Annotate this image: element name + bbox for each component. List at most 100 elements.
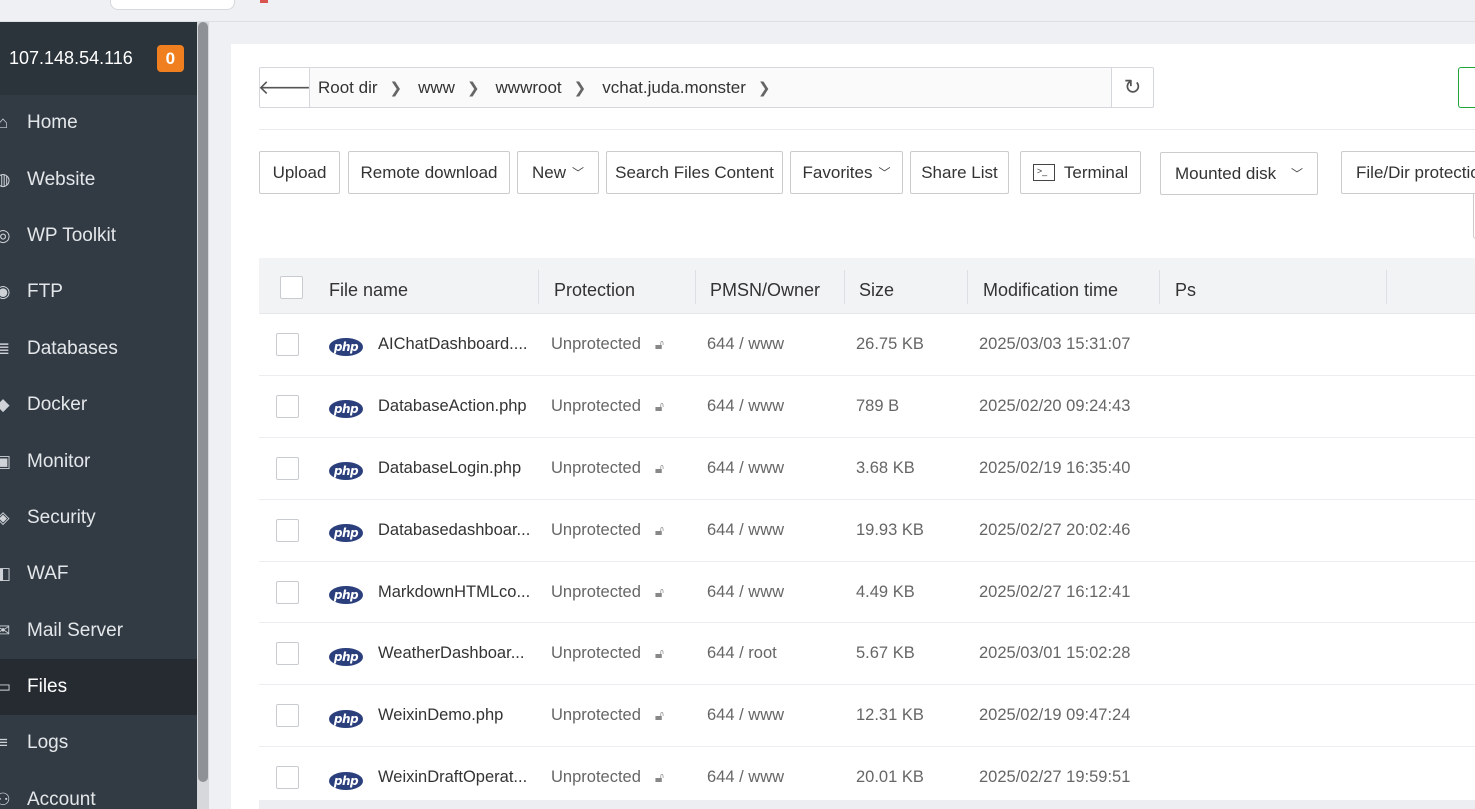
unlock-icon: 🔓︎ — [654, 335, 664, 352]
row-checkbox[interactable] — [276, 704, 299, 728]
new-button[interactable]: New ﹀ — [517, 151, 599, 194]
sidebar: 107.148.54.116 0 ⌂ Home ◍ Website ◎ WP Toolki… — [0, 22, 197, 809]
owner-cell[interactable]: 644 / www — [707, 438, 847, 499]
mtime-cell: 2025/03/01 15:02:28 — [979, 644, 1131, 663]
row-checkbox[interactable] — [276, 332, 299, 356]
col-size-label: Size — [859, 279, 895, 300]
protection-cell[interactable]: Unprotected 🔓︎ — [551, 685, 696, 746]
col-modification-time[interactable]: Modification time — [968, 258, 1160, 314]
file-name[interactable]: DatabaseLogin.php — [378, 438, 538, 499]
col-owner-label: PMSN/Owner — [710, 279, 821, 300]
upload-button[interactable]: Upload — [259, 151, 340, 194]
col-size[interactable]: Size — [845, 258, 968, 314]
file-name[interactable]: WeatherDashboar... — [378, 623, 538, 684]
file-name[interactable]: Databasedashboar... — [378, 500, 538, 561]
col-ps[interactable]: Ps — [1160, 258, 1387, 314]
table-header: File name Protection PMSN/Owner Size Mod… — [259, 258, 1475, 314]
row-checkbox[interactable] — [276, 642, 299, 666]
table-row[interactable]: php WeatherDashboar... Unprotected 🔓︎ 644 / … — [259, 623, 1475, 686]
owner-cell[interactable]: 644 / www — [707, 376, 847, 437]
file-name[interactable]: WeixinDraftOperat... — [378, 747, 538, 808]
row-checkbox[interactable] — [276, 518, 299, 542]
share-list-button[interactable]: Share List — [910, 151, 1009, 194]
php-file-icon: php — [329, 500, 377, 561]
arrow-left-icon[interactable]: 🡐 — [258, 68, 311, 107]
owner-cell[interactable]: 644 / root — [707, 623, 847, 684]
file-name[interactable]: DatabaseAction.php — [378, 376, 538, 437]
table-row[interactable]: php DatabaseLogin.php Unprotected 🔓︎ 644 / w… — [259, 438, 1475, 500]
sidebar-item-monitor[interactable]: ▣ Monitor — [0, 433, 197, 489]
table-row[interactable]: php Databasedashboar... Unprotected 🔓︎ 644 /… — [259, 500, 1475, 562]
sidebar-item-label: Mail Server — [27, 619, 124, 641]
breadcrumb-label: Root dir — [318, 77, 378, 97]
table-row[interactable]: php WeixinDemo.php Unprotected 🔓︎ 644 / www 1… — [259, 685, 1475, 748]
select-all-checkbox[interactable] — [280, 275, 303, 299]
sidebar-scrollbar[interactable] — [197, 22, 209, 809]
sidebar-item-home[interactable]: ⌂ Home — [0, 95, 197, 151]
php-badge: php — [329, 586, 363, 604]
mounted-disk-select[interactable]: Mounted disk ﹀ — [1160, 152, 1318, 195]
file-dir-protection-button[interactable]: File/Dir protectio — [1341, 151, 1475, 194]
col-owner[interactable]: PMSN/Owner — [696, 258, 845, 314]
protection-cell[interactable]: Unprotected 🔓︎ — [551, 376, 696, 437]
owner-cell[interactable]: 644 / www — [707, 747, 847, 808]
file-name[interactable]: MarkdownHTMLco... — [378, 562, 538, 623]
sidebar-item-wp-toolkit[interactable]: ◎ WP Toolkit — [0, 208, 197, 264]
unlock-icon: 🔓︎ — [654, 769, 664, 786]
owner-cell[interactable]: 644 / www — [707, 685, 847, 746]
row-checkbox[interactable] — [276, 766, 299, 790]
browser-tab[interactable] — [110, 0, 235, 10]
sidebar-item-label: WAF — [27, 563, 69, 585]
scrollbar-thumb[interactable] — [198, 22, 208, 782]
sidebar-item-label: Home — [27, 112, 78, 134]
protection-cell[interactable]: Unprotected 🔓︎ — [551, 500, 696, 561]
search-input[interactable] — [1458, 67, 1475, 108]
sidebar-item-files[interactable]: ▭ Files — [0, 658, 197, 716]
row-checkbox[interactable] — [276, 580, 299, 604]
protection-cell[interactable]: Unprotected 🔓︎ — [551, 314, 696, 375]
sidebar-item-databases[interactable]: ≣ Databases — [0, 321, 197, 377]
favorites-button[interactable]: Favorites ﹀ — [790, 151, 903, 194]
row-checkbox[interactable] — [276, 456, 299, 480]
row-select-cell — [276, 685, 316, 746]
breadcrumb-item[interactable]: www ❯ — [418, 78, 495, 98]
breadcrumb-label: www — [418, 77, 455, 97]
protection-status: Unprotected — [551, 706, 641, 725]
sidebar-item-docker[interactable]: ◆ Docker — [0, 377, 197, 433]
sidebar-item-waf[interactable]: ◧ WAF — [0, 546, 197, 602]
breadcrumb-item[interactable]: wwwroot ❯ — [496, 78, 603, 98]
php-badge: php — [329, 400, 363, 419]
notification-badge[interactable]: 0 — [156, 45, 184, 72]
sidebar-item-website[interactable]: ◍ Website — [0, 151, 197, 207]
protection-cell[interactable]: Unprotected 🔓︎ — [551, 562, 696, 623]
refresh-icon[interactable]: ↻ — [1111, 68, 1153, 107]
sidebar-item-logs[interactable]: ≡ Logs — [0, 715, 197, 771]
terminal-button[interactable]: >_ Terminal — [1020, 151, 1141, 194]
sidebar-item-security[interactable]: ◈ Security — [0, 490, 197, 546]
breadcrumb-item[interactable]: Root dir ❯ — [318, 78, 418, 98]
sidebar-item-ftp[interactable]: ◉ FTP — [0, 264, 197, 320]
col-protection[interactable]: Protection — [539, 258, 696, 314]
column-divider[interactable] — [1386, 270, 1387, 304]
home-icon: ⌂ — [0, 113, 9, 133]
table-row[interactable]: php MarkdownHTMLco... Unprotected 🔓︎ 644 / w… — [259, 562, 1475, 624]
protection-cell[interactable]: Unprotected 🔓︎ — [551, 747, 696, 808]
sidebar-item-account[interactable]: ⚇ Account — [0, 772, 197, 809]
remote-download-button[interactable]: Remote download — [348, 151, 510, 194]
sidebar-item-label: FTP — [27, 281, 63, 303]
protection-cell[interactable]: Unprotected 🔓︎ — [551, 623, 696, 684]
protection-cell[interactable]: Unprotected 🔓︎ — [551, 438, 696, 499]
row-checkbox[interactable] — [276, 394, 299, 418]
sidebar-item-mail-server[interactable]: ✉ Mail Server — [0, 603, 197, 659]
owner-cell[interactable]: 644 / www — [707, 500, 847, 561]
file-name[interactable]: WeixinDemo.php — [378, 685, 538, 746]
owner-cell[interactable]: 644 / www — [707, 562, 847, 623]
table-row[interactable]: php AIChatDashboard.... Unprotected 🔓︎ 644 /… — [259, 314, 1475, 376]
col-file-name[interactable]: File name — [329, 258, 539, 314]
table-row[interactable]: php DatabaseAction.php Unprotected 🔓︎ 644 / … — [259, 376, 1475, 438]
mtime-cell: 2025/02/19 09:47:24 — [979, 706, 1131, 725]
file-name[interactable]: AIChatDashboard.... — [378, 314, 538, 375]
owner-cell[interactable]: 644 / www — [707, 314, 847, 375]
search-files-content-button[interactable]: Search Files Content — [606, 151, 783, 194]
breadcrumb-item[interactable]: vchat.juda.monster ❯ — [602, 78, 786, 98]
